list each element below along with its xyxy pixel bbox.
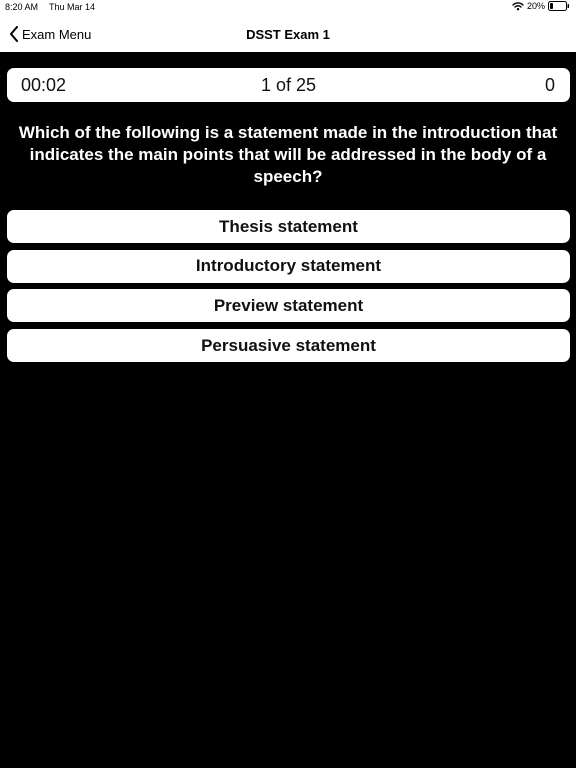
top-area: 8:20 AM Thu Mar 14 20% Exam Menu DSST Ex… — [0, 0, 576, 52]
wifi-icon — [512, 1, 524, 11]
status-date: Thu Mar 14 — [49, 2, 96, 12]
question-text: Which of the following is a statement ma… — [18, 123, 558, 186]
score: 0 — [544, 75, 555, 95]
battery-icon — [548, 1, 570, 11]
question-progress: 1 of 25 — [260, 75, 317, 95]
status-right: 20% — [512, 1, 570, 11]
info-bar: 00:02 1 of 25 0 — [7, 68, 570, 102]
answer-button[interactable]: Thesis statement — [7, 210, 570, 243]
answer-list: Thesis statement Introductory statement … — [7, 210, 570, 369]
screen: 8:20 AM Thu Mar 14 20% Exam Menu DSST Ex… — [0, 0, 576, 768]
status-time: 8:20 AM — [5, 2, 39, 12]
battery-percent: 20% — [526, 1, 545, 11]
answer-button[interactable]: Introductory statement — [7, 249, 570, 283]
page-title: DSST Exam 1 — [246, 27, 330, 42]
answer-button[interactable]: Preview statement — [7, 289, 570, 323]
status-bar: 8:20 AM Thu Mar 14 20% — [0, 0, 576, 16]
nav-bar: Exam Menu DSST Exam 1 — [0, 16, 576, 52]
answer-button[interactable]: Persuasive statement — [7, 329, 570, 363]
